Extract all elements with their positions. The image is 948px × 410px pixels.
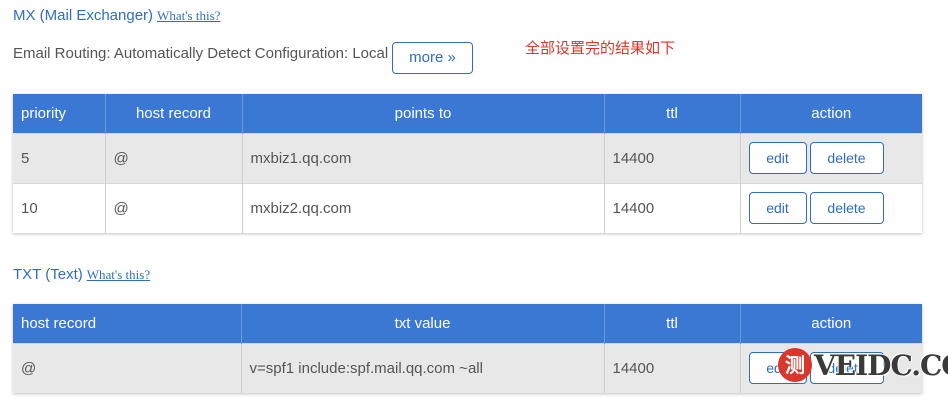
txt-help-link[interactable]: What's this? (87, 267, 150, 282)
mx-help-link[interactable]: What's this? (157, 8, 220, 23)
priority-cell: 5 (13, 132, 106, 183)
col-header-priority: priority (13, 94, 106, 133)
table-row: 10 @ mxbiz2.qq.com 14400 edit delete (13, 182, 922, 233)
watermark-logo: 测 VEIDC.COM (778, 345, 948, 385)
watermark-text: VEIDC.COM (814, 348, 948, 382)
txt-value-cell: v=spf1 include:spf.mail.qq.com ~all (241, 342, 605, 393)
col-header-txt-value: txt value (241, 304, 605, 343)
ttl-cell: 14400 (604, 342, 741, 393)
table-row: 5 @ mxbiz1.qq.com 14400 edit delete (13, 132, 922, 183)
col-header-action: action (740, 304, 922, 343)
ttl-cell: 14400 (604, 132, 741, 183)
col-header-host-record: host record (13, 304, 242, 343)
edit-button[interactable]: edit (748, 142, 807, 174)
mx-records-table: priority host record points to ttl actio… (13, 94, 922, 233)
ttl-cell: 14400 (604, 182, 741, 233)
annotation-note: 全部设置完的结果如下 (525, 39, 676, 57)
points-to-cell: mxbiz1.qq.com (242, 132, 605, 183)
mx-section-title: MX (Mail Exchanger) What's this? (13, 7, 220, 24)
delete-button[interactable]: delete (809, 142, 884, 174)
host-cell: @ (105, 132, 243, 183)
edit-button[interactable]: edit (748, 192, 807, 225)
txt-section-title: TXT (Text) What's this? (13, 266, 150, 283)
col-header-host-record: host record (105, 94, 243, 133)
watermark-seal-icon: 测 (778, 348, 812, 382)
action-cell: editdelete (740, 182, 922, 233)
txt-title: TXT (Text) (13, 266, 83, 283)
mx-title: MX (Mail Exchanger) (13, 7, 154, 24)
action-cell: editdelete (740, 132, 922, 183)
delete-button[interactable]: delete (809, 192, 884, 225)
col-header-points-to: points to (242, 94, 605, 133)
col-header-ttl: ttl (604, 304, 741, 343)
table-header-row: host record txt value ttl action (13, 304, 922, 343)
col-header-ttl: ttl (604, 94, 741, 133)
points-to-cell: mxbiz2.qq.com (242, 182, 605, 233)
host-cell: @ (13, 342, 242, 393)
table-header-row: priority host record points to ttl actio… (13, 94, 922, 133)
more-button[interactable]: more » (392, 42, 473, 74)
col-header-action: action (740, 94, 922, 133)
host-cell: @ (105, 182, 243, 233)
priority-cell: 10 (13, 182, 106, 233)
email-routing-text: Email Routing: Automatically Detect Conf… (13, 45, 389, 62)
